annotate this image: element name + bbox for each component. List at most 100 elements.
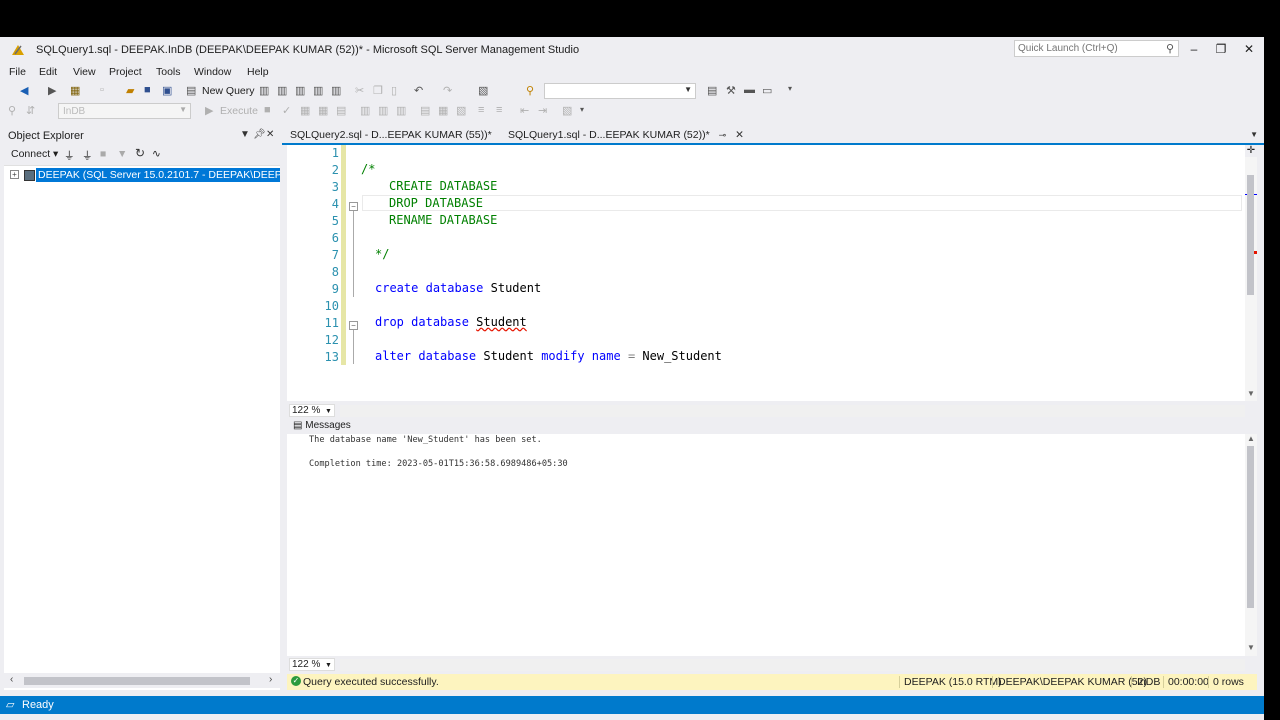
search-combo[interactable]: ▼ [544,83,696,99]
db-engine-query-icon[interactable]: ▥ [259,84,269,97]
back-icon[interactable]: ◀ [20,84,28,97]
live-stats-icon[interactable]: ▥ [378,104,388,117]
scrollbar-thumb[interactable] [1247,446,1254,608]
close-icon[interactable]: ✕ [266,129,274,140]
expand-icon[interactable]: + [10,170,19,179]
new-query-button[interactable]: New Query [202,85,255,97]
results-zoom[interactable]: 122 % ▼ [289,658,335,672]
scroll-right-icon[interactable]: › [269,674,272,685]
save-all-icon[interactable]: ▣ [162,84,172,97]
refresh-icon[interactable]: ↻ [135,146,145,160]
display-plan-icon[interactable]: ▦ [300,104,310,117]
stop-icon[interactable]: ■ [264,104,271,116]
new-item-icon[interactable]: ▫ [100,84,104,96]
change-connection-icon[interactable]: ⇵ [26,104,35,117]
dmx-query-icon[interactable]: ▥ [295,84,305,97]
results-file-icon[interactable]: ▧ [456,104,466,117]
collapse-icon[interactable]: − [349,321,358,330]
results-text-icon[interactable]: ▤ [420,104,430,117]
mdx-query-icon[interactable]: ▥ [277,84,287,97]
database-combo[interactable]: InDB ▼ [58,103,191,119]
editor-vertical-scrollbar[interactable]: ✛ ▼ [1245,145,1257,401]
increase-indent-icon[interactable]: ⇥ [538,104,547,117]
quick-launch[interactable]: ⚲ [1014,40,1179,57]
scrollbar-thumb[interactable] [1247,175,1254,295]
split-icon[interactable]: ✛ [1245,145,1257,157]
menu-file[interactable]: File [9,66,26,78]
toolbox-icon[interactable]: ▬ [744,84,755,96]
menu-help[interactable]: Help [247,66,269,78]
dax-query-icon[interactable]: ▥ [331,84,341,97]
pin-icon[interactable]: ⊸ [719,130,727,140]
toolbar-options-icon[interactable]: ▾ [580,105,584,114]
specify-values-icon[interactable]: ▧ [562,104,572,117]
results-grid-icon[interactable]: ▦ [438,104,448,117]
new-project-icon[interactable]: ▦ [70,84,80,97]
find-icon[interactable]: ⚲ [526,84,534,97]
messages-tab[interactable]: ▤ Messages [287,418,1257,434]
scroll-left-icon[interactable]: ‹ [10,674,13,685]
chevron-down-icon[interactable]: ▼ [179,105,187,114]
copy-icon[interactable]: ❐ [373,84,383,97]
include-plan-icon[interactable]: ▥ [360,104,370,117]
sql-editor[interactable]: 1 2 3 4 5 6 7 8 9 10 11 12 13 − − /* CRE… [287,145,1257,401]
collapse-icon[interactable]: − [349,202,358,211]
connect-icon[interactable]: ⚲ [8,104,16,117]
results-horizontal-scrollbar[interactable] [340,659,1245,671]
chevron-down-icon[interactable]: ▼ [1250,130,1258,139]
chevron-down-icon[interactable]: ▼ [325,662,332,669]
client-stats-icon[interactable]: ▥ [396,104,406,117]
properties-icon[interactable]: ▤ [707,84,717,97]
query-designer-icon[interactable]: ▦ [318,104,328,117]
tab-sqlquery1[interactable]: SQLQuery1.sql - D...EEPAK KUMAR (52))* ⊸… [502,125,750,145]
activity-monitor-icon[interactable]: ▧ [478,84,488,97]
menu-project[interactable]: Project [109,66,142,78]
intellisense-icon[interactable]: ▤ [336,104,346,117]
scroll-up-icon[interactable]: ▲ [1247,434,1255,443]
filter-icon[interactable]: ▼ [117,148,127,160]
horizontal-scrollbar[interactable]: ‹ › [4,673,280,688]
menu-window[interactable]: Window [194,66,231,78]
messages-vertical-scrollbar[interactable]: ▲ ▼ [1245,434,1257,656]
menu-edit[interactable]: Edit [39,66,57,78]
menu-tools[interactable]: Tools [156,66,181,78]
wrench-icon[interactable]: ⚒ [726,84,736,97]
toolbar-options-icon[interactable]: ▾ [788,84,792,93]
minimize-button[interactable]: – [1184,41,1204,57]
scroll-down-icon[interactable]: ▼ [1247,389,1255,398]
quick-launch-input[interactable] [1015,41,1156,55]
search-icon[interactable]: ⚲ [1166,42,1174,55]
editor-zoom[interactable]: 122 % ▼ [289,404,335,418]
paste-icon[interactable]: ▯ [391,84,397,97]
pin-icon[interactable]: 📌︎ [253,129,266,140]
parse-icon[interactable]: ✓ [282,104,291,117]
editor-horizontal-scrollbar[interactable] [340,405,1245,417]
menu-view[interactable]: View [73,66,96,78]
cut-icon[interactable]: ✂ [355,84,364,97]
xmla-query-icon[interactable]: ▥ [313,84,323,97]
stop-icon[interactable]: ■ [100,148,106,160]
execute-button[interactable]: Execute [220,105,258,117]
scroll-down-icon[interactable]: ▼ [1247,643,1255,652]
close-tab-icon[interactable]: ✕ [735,129,744,141]
scrollbar-thumb[interactable] [24,677,250,685]
save-icon[interactable]: ■ [144,84,151,96]
undo-icon[interactable]: ↶ [414,84,423,97]
restore-button[interactable]: ❐ [1211,41,1231,57]
uncomment-icon[interactable]: ≡ [496,104,502,116]
decrease-indent-icon[interactable]: ⇤ [520,104,529,117]
close-window-button[interactable]: ✕ [1239,41,1259,57]
connect-button[interactable]: Connect ▾ [11,148,58,160]
server-node-label[interactable]: DEEPAK (SQL Server 15.0.2101.7 - DEEPAK\… [36,168,280,182]
connect-plug-icon[interactable]: ⏚ [64,148,75,163]
open-folder-icon[interactable]: ▰ [126,84,134,97]
new-query-icon[interactable]: ▤ [186,84,196,97]
redo-icon[interactable]: ↷ [443,84,452,97]
comment-icon[interactable]: ≡ [478,104,484,116]
activity-monitor-icon[interactable]: ∿ [152,148,161,160]
chevron-down-icon[interactable]: ▼ [240,129,250,140]
chevron-down-icon[interactable]: ▼ [684,85,692,94]
disconnect-icon[interactable]: ⏚ [82,148,93,163]
chevron-down-icon[interactable]: ▼ [325,408,332,415]
forward-icon[interactable]: ▶ [48,84,56,97]
